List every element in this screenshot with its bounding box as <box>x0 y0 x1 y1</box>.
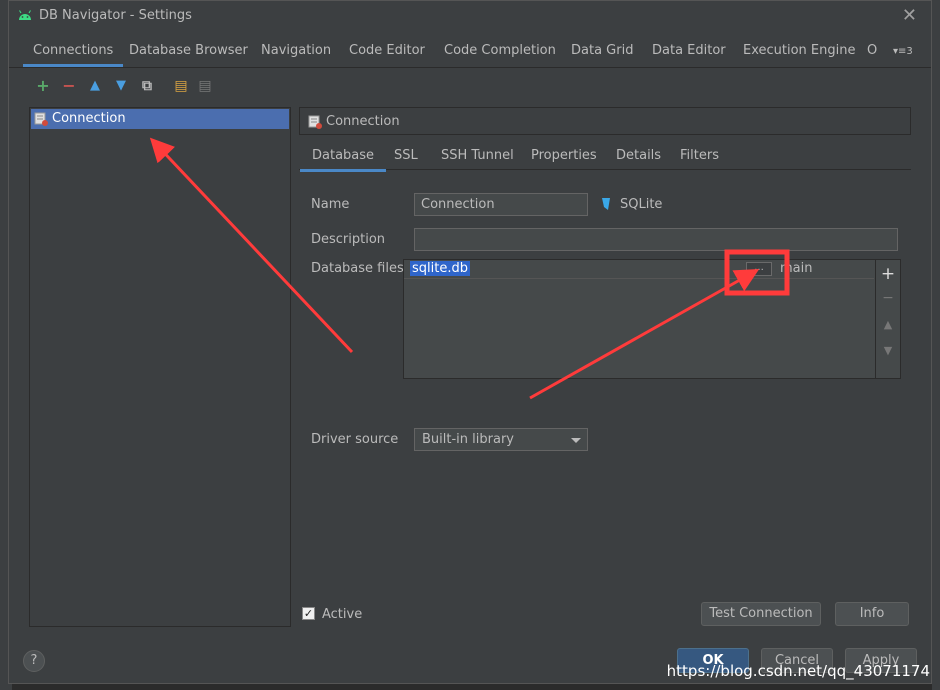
annotation-overlay <box>149 137 790 400</box>
annotation-arrow-browse <box>529 269 760 400</box>
annotation-highlight-box <box>724 249 790 296</box>
annotation-arrow-connection <box>149 137 354 354</box>
watermark-text: https://blog.csdn.net/qq_43071174 <box>666 662 930 680</box>
